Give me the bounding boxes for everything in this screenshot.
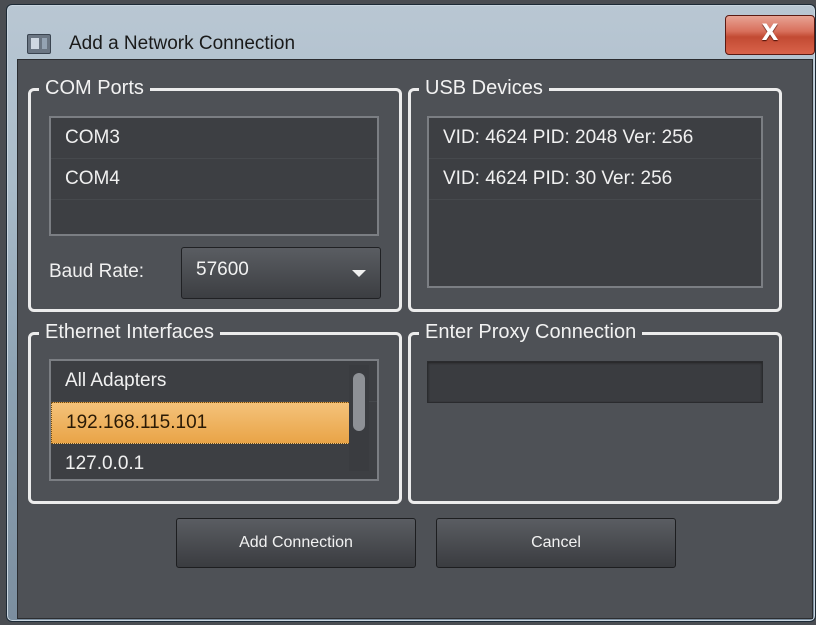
baud-rate-value: 57600 <box>196 259 249 280</box>
list-item-ethernet-selected[interactable]: 192.168.115.101 <box>51 402 357 444</box>
com-ports-label: COM Ports <box>39 76 150 100</box>
usb-devices-list[interactable]: VID: 4624 PID: 2048 Ver: 256 VID: 4624 P… <box>427 116 763 288</box>
proxy-connection-group: Enter Proxy Connection <box>408 320 782 504</box>
ethernet-interfaces-group: Ethernet Interfaces All Adapters 192.168… <box>28 320 402 504</box>
proxy-connection-label: Enter Proxy Connection <box>419 320 643 344</box>
com-ports-list[interactable]: COM3 COM4 <box>49 116 379 236</box>
ethernet-scroll-thumb[interactable] <box>353 373 365 431</box>
add-connection-button[interactable]: Add Connection <box>176 518 416 568</box>
dialog-window: Add a Network Connection X COM Ports COM… <box>6 4 816 622</box>
com-ports-group: COM Ports COM3 COM4 Baud Rate: 57600 <box>28 76 402 312</box>
list-item-usb-2[interactable]: VID: 4624 PID: 30 Ver: 256 <box>429 159 761 200</box>
window-title: Add a Network Connection <box>69 33 296 54</box>
ethernet-interfaces-label: Ethernet Interfaces <box>39 320 220 344</box>
window-app-icon <box>27 34 51 54</box>
ethernet-scrollbar[interactable] <box>349 365 369 471</box>
chevron-down-icon <box>352 270 366 277</box>
list-item-all-adapters[interactable]: All Adapters <box>51 361 377 402</box>
title-bar[interactable]: Add a Network Connection X <box>7 5 815 59</box>
list-item-com3[interactable]: COM3 <box>51 118 377 159</box>
dialog-content: COM Ports COM3 COM4 Baud Rate: 57600 USB… <box>17 59 813 619</box>
close-button[interactable]: X <box>725 15 815 55</box>
proxy-connection-input[interactable] <box>427 361 763 403</box>
ethernet-list[interactable]: All Adapters 192.168.115.101 127.0.0.1 <box>49 359 379 481</box>
list-item-usb-1[interactable]: VID: 4624 PID: 2048 Ver: 256 <box>429 118 761 159</box>
list-item-com4[interactable]: COM4 <box>51 159 377 200</box>
usb-devices-label: USB Devices <box>419 76 549 100</box>
cancel-button[interactable]: Cancel <box>436 518 676 568</box>
baud-rate-label: Baud Rate: <box>49 261 145 282</box>
baud-rate-dropdown[interactable]: 57600 <box>181 247 381 299</box>
usb-devices-group: USB Devices VID: 4624 PID: 2048 Ver: 256… <box>408 76 782 312</box>
list-item-loopback[interactable]: 127.0.0.1 <box>51 444 377 479</box>
close-icon: X <box>761 21 779 46</box>
